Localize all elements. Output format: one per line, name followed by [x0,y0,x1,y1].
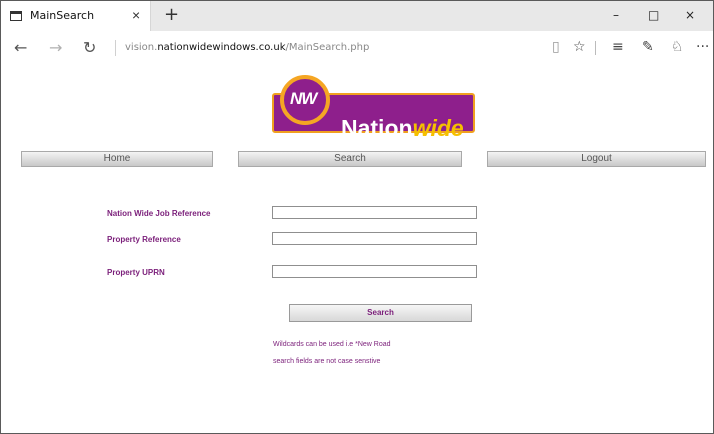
toolbar-separator [595,41,596,55]
page-icon [10,11,22,21]
tab-title: MainSearch [30,9,95,22]
forward-button[interactable]: → [49,38,62,57]
refresh-button[interactable]: ↻ [83,38,96,57]
property-uprn-input[interactable] [272,265,477,278]
job-reference-input[interactable] [272,206,477,219]
job-reference-label: Nation Wide Job Reference [107,209,211,218]
minimize-button[interactable]: – [613,8,619,22]
address-input[interactable]: vision.nationwidewindows.co.uk/MainSearc… [125,42,369,53]
address-separator [115,40,116,56]
search-button[interactable]: Search [289,304,472,322]
case-sensitivity-note: search fields are not case senstive [273,358,381,365]
favorite-star-icon[interactable]: ☆ [573,39,586,55]
page-content: Nationwide Windows & Doors NW Home Searc… [1,65,713,433]
more-icon[interactable]: ··· [696,39,709,55]
property-reference-label: Property Reference [107,235,181,244]
logout-button[interactable]: Logout [487,151,706,167]
logo-name: Nationwide [341,115,464,141]
reading-view-icon[interactable]: ▯ [552,39,560,55]
nationwide-logo: Nationwide Windows & Doors NW [272,75,475,148]
url-path: /MainSearch.php [285,42,370,53]
tab-mainsearch[interactable]: MainSearch × [1,1,151,31]
tab-strip: MainSearch × + – □ × [1,1,713,31]
property-uprn-label: Property UPRN [107,268,165,277]
property-reference-input[interactable] [272,232,477,245]
maximize-button[interactable]: □ [648,8,659,22]
share-icon[interactable]: ♘ [671,39,684,55]
search-nav-button[interactable]: Search [238,151,462,167]
new-tab-button[interactable]: + [164,4,179,25]
back-button[interactable]: ← [14,38,27,57]
tab-close-icon[interactable]: × [132,7,140,23]
close-window-button[interactable]: × [685,8,695,22]
hub-icon[interactable]: ≡ [612,39,624,55]
logo-subtitle: Windows & Doors [399,141,459,148]
browser-window: MainSearch × + – □ × ← → ↻ vision.nation… [0,0,714,434]
logo-badge: NW [280,75,330,125]
web-note-icon[interactable]: ✎ [642,39,654,55]
url-domain: nationwidewindows.co.uk [157,42,286,53]
url-prefix: vision. [125,42,158,53]
home-button[interactable]: Home [21,151,213,167]
logo-badge-text: NW [290,89,317,108]
address-bar-row: ← → ↻ vision.nationwidewindows.co.uk/Mai… [1,31,713,65]
wildcards-note: Wildcards can be used i.e *New Road [273,341,391,348]
